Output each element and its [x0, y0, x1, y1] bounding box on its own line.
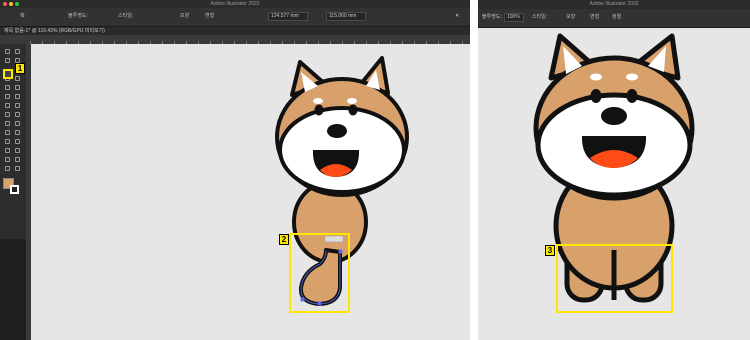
callout-badge: 3 — [545, 245, 555, 256]
left-eye — [314, 104, 324, 116]
highlight-box — [289, 233, 350, 313]
left-eyebrow — [590, 73, 602, 81]
right-illustrator-window: Adobe Illustrator 2020 불투명도: 100% 스타일: 모… — [478, 0, 750, 340]
shiba-illustration — [275, 56, 409, 306]
right-eye — [348, 104, 358, 116]
right-eye — [626, 89, 638, 103]
left-eyebrow — [313, 98, 323, 104]
nose — [327, 124, 347, 138]
right-eyebrow — [347, 98, 357, 104]
left-illustrator-window: Adobe Illustrator 2020 획: 불투명도: 스타일: 모양 … — [0, 0, 470, 340]
right-eyebrow — [626, 73, 638, 81]
left-eye — [590, 89, 602, 103]
nose — [601, 107, 627, 125]
highlight-box — [556, 244, 673, 313]
callout-badge: 2 — [279, 234, 289, 245]
